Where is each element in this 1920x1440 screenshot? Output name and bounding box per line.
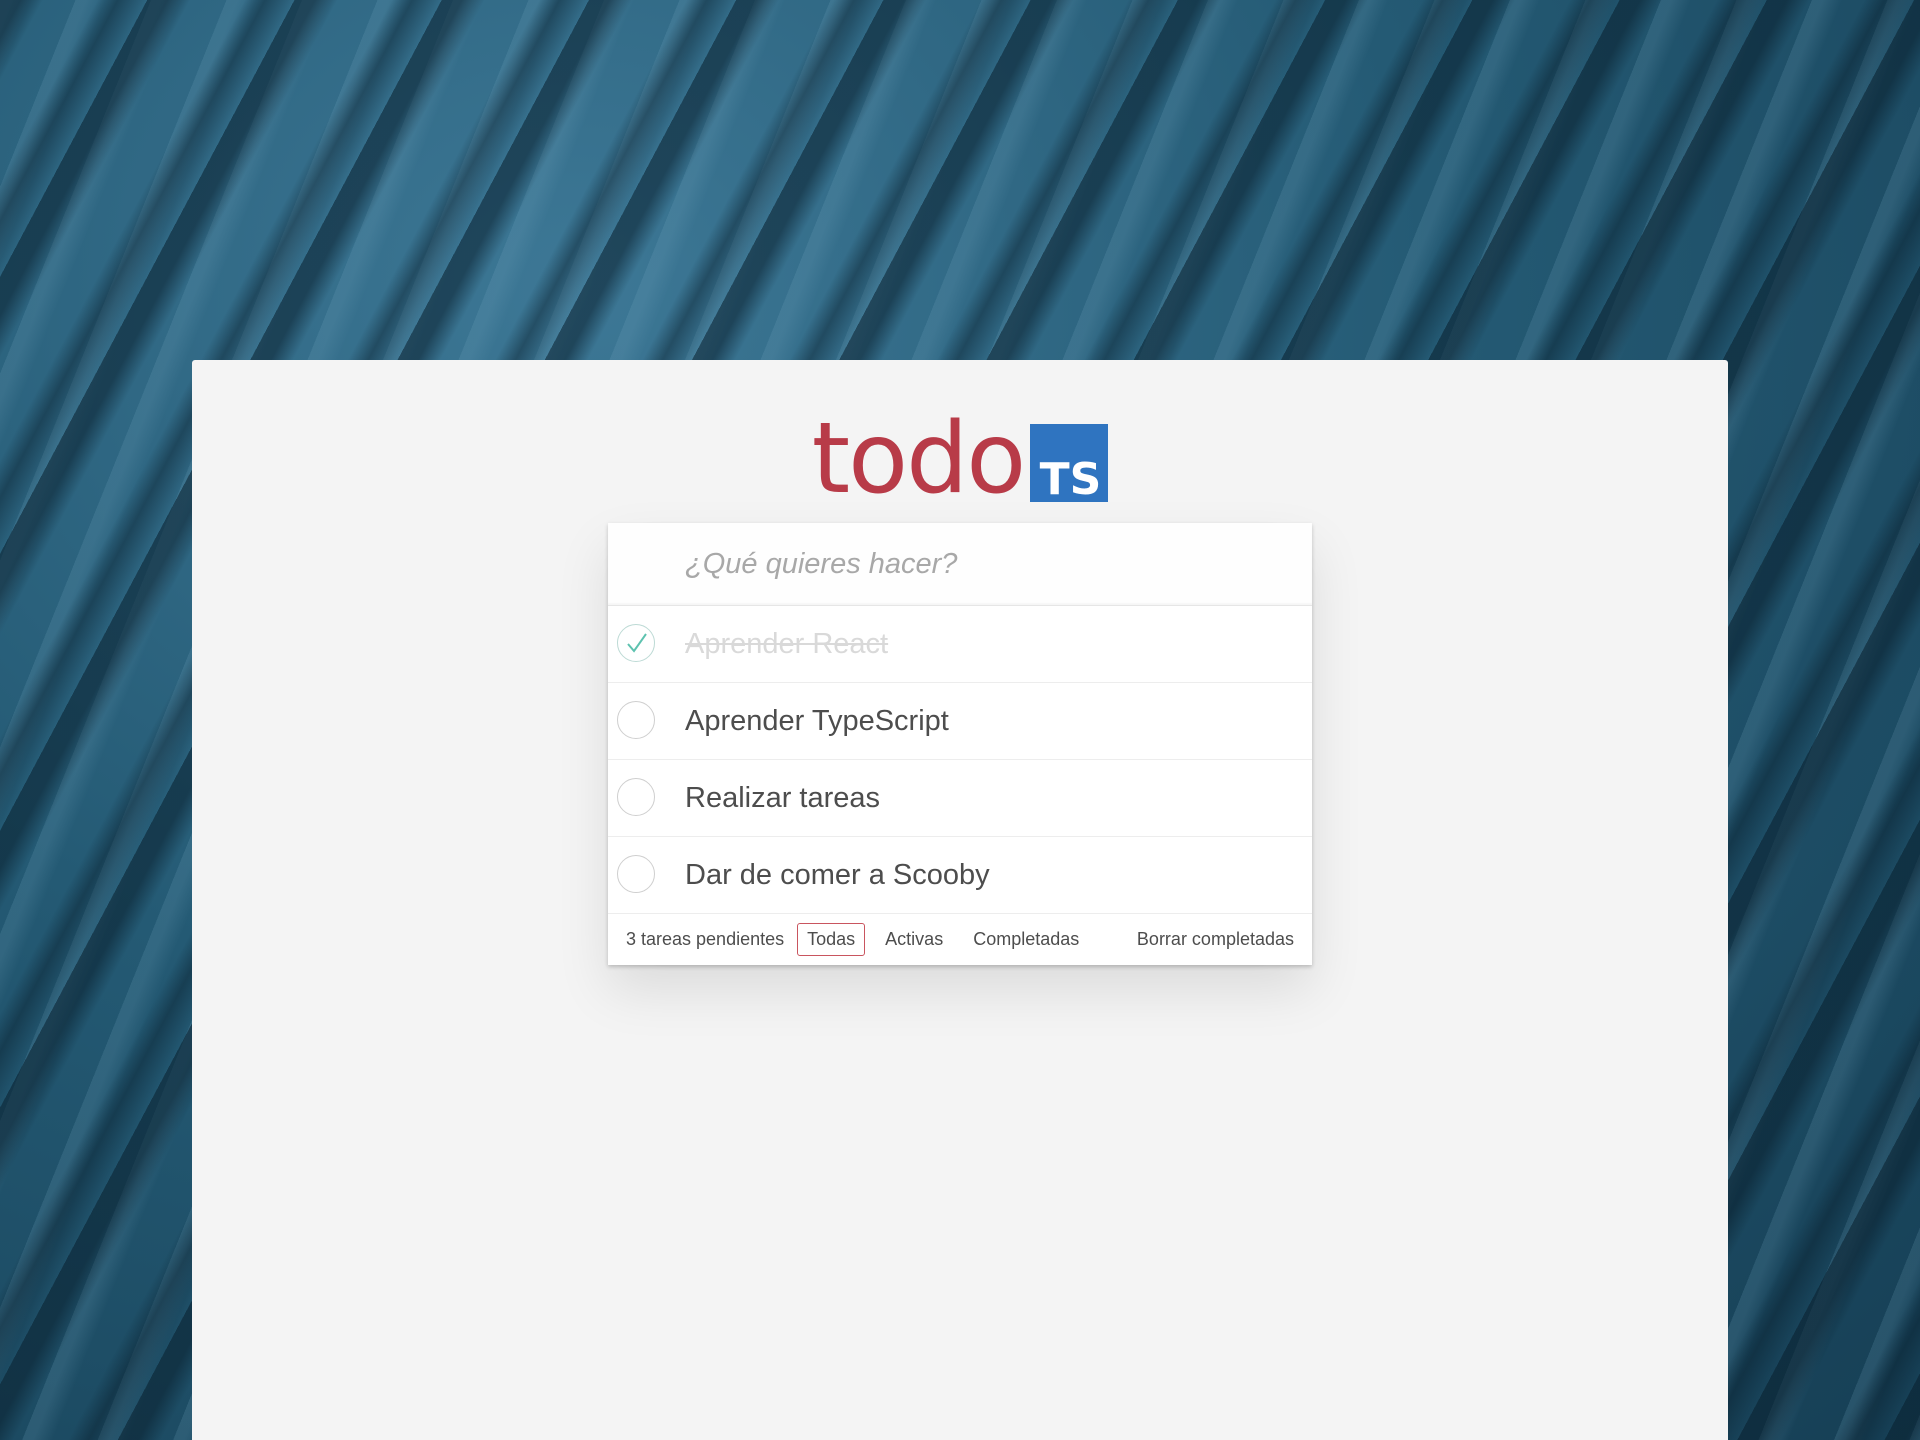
ts-badge-label: TS [1039,454,1102,505]
todo-list: Aprender React Aprender TypeScript Reali… [608,605,1312,914]
todo-footer: 3 tareas pendientes Todas Activas Comple… [608,914,1312,965]
todo-label[interactable]: Aprender React [685,628,888,661]
todo-toggle-checkbox[interactable] [617,701,655,739]
todo-item: Dar de comer a Scooby [608,837,1312,914]
todo-app: Aprender React Aprender TypeScript Reali… [608,523,1312,965]
todo-item: Realizar tareas [608,760,1312,837]
todo-item: Aprender TypeScript [608,683,1312,760]
filter-all[interactable]: Todas [797,923,866,956]
pending-count: 3 tareas pendientes [626,929,785,949]
check-icon [627,633,647,653]
app-logo: todo TS [192,410,1728,508]
filter-active[interactable]: Activas [875,923,953,956]
todo-label[interactable]: Dar de comer a Scooby [685,859,990,892]
filter-item: Activas [875,923,963,956]
new-todo-input[interactable] [608,523,1312,605]
logo-word: todo [811,402,1027,516]
filter-tabs: Todas Activas Completadas [797,923,1099,956]
filter-item: Completadas [963,923,1099,956]
clear-completed-button[interactable]: Borrar completadas [1137,929,1294,950]
app-panel: todo TS Aprender React Aprender TypeScri… [192,360,1728,1440]
filter-completed[interactable]: Completadas [963,923,1089,956]
todo-label[interactable]: Aprender TypeScript [685,705,949,738]
filter-item: Todas [797,923,875,956]
todo-item: Aprender React [608,606,1312,683]
todo-toggle-checkbox[interactable] [617,855,655,893]
ts-badge: TS [1030,424,1109,505]
todo-toggle-checkbox[interactable] [617,624,655,662]
todo-label[interactable]: Realizar tareas [685,782,880,815]
todo-toggle-checkbox[interactable] [617,778,655,816]
